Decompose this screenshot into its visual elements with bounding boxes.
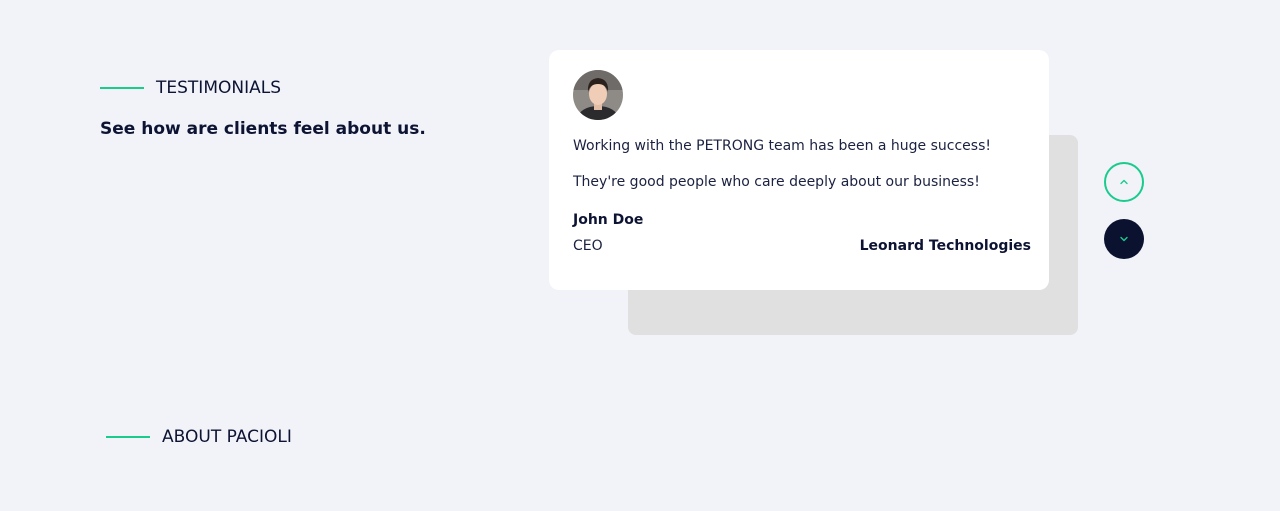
author-company: Leonard Technologies — [859, 238, 1031, 254]
section-subtitle: See how are clients feel about us. — [100, 119, 426, 139]
testimonials-heading: TESTIMONIALS — [100, 78, 281, 98]
next-testimonial-button[interactable] — [1104, 219, 1144, 259]
accent-line — [100, 87, 144, 89]
testimonial-quote: Working with the PETRONG team has been a… — [573, 138, 991, 190]
author-name: John Doe — [573, 212, 644, 228]
author-role: CEO — [573, 238, 603, 254]
previous-testimonial-button[interactable] — [1104, 162, 1144, 202]
about-heading: ABOUT PACIOLI — [106, 427, 292, 447]
testimonial-card: Working with the PETRONG team has been a… — [549, 50, 1049, 290]
chevron-down-icon — [1120, 236, 1128, 242]
section-eyebrow: TESTIMONIALS — [156, 78, 281, 98]
avatar — [573, 70, 623, 120]
section-eyebrow: ABOUT PACIOLI — [162, 427, 292, 447]
accent-line — [106, 436, 150, 438]
author-meta: CEO Leonard Technologies — [573, 238, 1031, 254]
chevron-up-icon — [1120, 179, 1128, 185]
